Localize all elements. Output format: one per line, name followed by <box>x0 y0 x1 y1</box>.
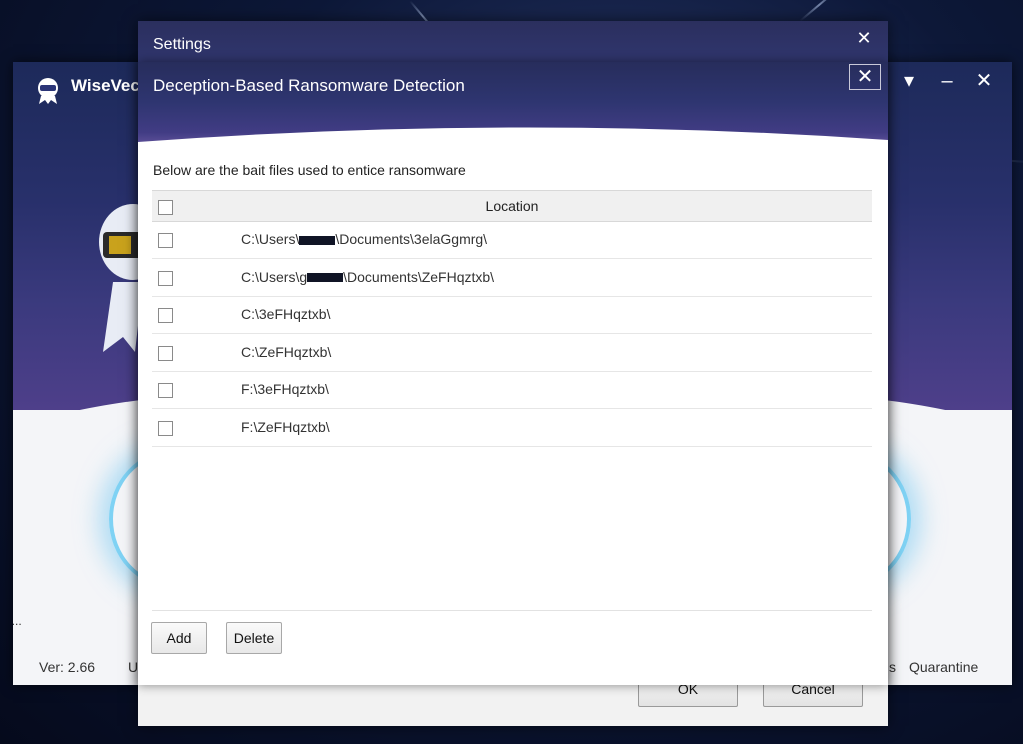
footer-truncated-link-right[interactable]: s <box>889 659 896 675</box>
row-checkbox[interactable] <box>158 270 173 286</box>
delete-button[interactable]: Delete <box>226 622 282 654</box>
dialog-title: Deception-Based Ransomware Detection <box>153 76 465 95</box>
row-location: F:\ZeFHqztxb\ <box>241 419 330 435</box>
wallpaper-streak <box>799 0 839 22</box>
add-button[interactable]: Add <box>151 622 207 654</box>
dialog-description: Below are the bait files used to entice … <box>153 162 466 178</box>
location-prefix: C:\Users\ <box>241 231 300 247</box>
row-checkbox[interactable] <box>158 308 173 323</box>
table-row[interactable]: F:\3eFHqztxb\ <box>152 371 872 409</box>
row-checkbox[interactable] <box>158 420 173 436</box>
wisevector-logo-icon <box>38 78 58 104</box>
row-location: F:\3eFHqztxb\ <box>241 381 329 397</box>
location-prefix: C:\Users\g <box>241 268 308 285</box>
location-suffix: \Documents\ZeFHqztxb\ <box>343 268 495 285</box>
row-location: C:\Users\ \Documents\3elaGgmrg\ <box>241 231 487 247</box>
settings-title: Settings <box>153 36 211 53</box>
close-icon[interactable]: ✕ <box>970 68 998 94</box>
location-prefix: F:\ZeFHqztxb\ <box>241 418 330 435</box>
left-edge-text: o... <box>13 614 22 628</box>
minimize-icon[interactable]: – <box>933 68 961 94</box>
row-checkbox[interactable] <box>158 233 173 248</box>
menu-down-icon[interactable]: ▾ <box>895 68 923 94</box>
table-row[interactable]: C:\Users\ \Documents\3elaGgmrg\ <box>152 221 872 259</box>
table-bottom-divider <box>152 610 872 611</box>
footer-truncated-link[interactable]: U <box>128 659 138 675</box>
row-location: C:\3eFHqztxb\ <box>241 306 330 322</box>
table-row[interactable]: C:\ZeFHqztxb\ <box>152 334 872 372</box>
redacted-username <box>299 235 336 245</box>
table-row[interactable]: C:\3eFHqztxb\ <box>152 296 872 334</box>
location-prefix: C:\3eFHqztxb\ <box>241 306 331 322</box>
row-checkbox[interactable] <box>158 383 173 398</box>
table-row[interactable]: F:\ZeFHqztxb\ <box>152 409 872 447</box>
location-suffix: \Documents\3elaGgmrg\ <box>335 231 488 247</box>
ransomware-detection-dialog: Deception-Based Ransomware Detection ✕ B… <box>138 62 888 685</box>
app-name: WiseVec <box>71 76 140 95</box>
bait-files-table: Location C:\Users\ \Documents\3elaGgmrg\ C… <box>152 190 872 610</box>
location-prefix: C:\ZeFHqztxb\ <box>241 343 332 360</box>
column-header-location: Location <box>485 198 539 214</box>
quarantine-link[interactable]: Quarantine <box>909 659 978 675</box>
close-icon[interactable]: ✕ <box>849 64 881 90</box>
version-label: Ver: 2.66 <box>39 659 96 675</box>
row-location: C:\ZeFHqztxb\ <box>241 344 331 360</box>
redacted-username <box>307 273 344 283</box>
close-icon[interactable]: ✕ <box>848 25 880 51</box>
table-header: Location <box>152 190 872 222</box>
row-checkbox[interactable] <box>158 345 173 361</box>
row-location: C:\Users\g \Documents\ZeFHqztxb\ <box>241 269 494 285</box>
location-prefix: F:\3eFHqztxb\ <box>241 381 329 397</box>
table-row[interactable]: C:\Users\g \Documents\ZeFHqztxb\ <box>152 259 872 297</box>
header-wave-decoration <box>138 127 888 152</box>
